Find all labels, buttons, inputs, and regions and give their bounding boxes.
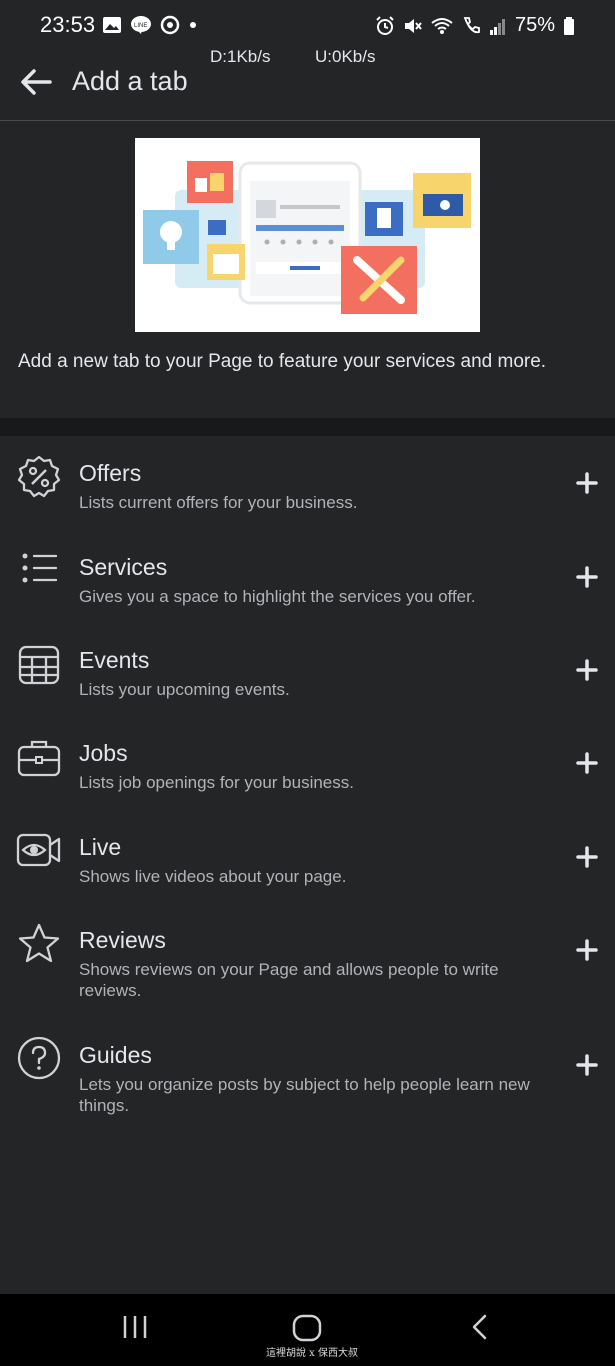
dot-icon xyxy=(190,22,196,28)
add-tab-reviews-icon[interactable] xyxy=(573,936,601,964)
home-icon[interactable] xyxy=(290,1312,324,1346)
add-tab-guides-icon[interactable] xyxy=(573,1051,601,1079)
status-time: 23:53 xyxy=(40,12,96,37)
reviews-icon xyxy=(18,923,60,963)
status-left-icons: LINE xyxy=(102,15,198,35)
nav-back-icon[interactable] xyxy=(467,1312,493,1342)
alarm-icon xyxy=(376,15,394,35)
app-header: Add a tab xyxy=(0,52,615,121)
tab-title: Live xyxy=(79,834,122,860)
services-icon xyxy=(22,553,58,583)
wifi-icon xyxy=(431,17,453,34)
tab-description: Lets you organize posts by subject to he… xyxy=(79,1075,530,1115)
add-tab-jobs-icon[interactable] xyxy=(573,749,601,777)
tab-title: Jobs xyxy=(79,740,128,766)
sync-icon xyxy=(160,15,180,35)
guides-icon xyxy=(17,1036,61,1080)
events-icon xyxy=(18,645,60,685)
tab-description: Shows reviews on your Page and allows pe… xyxy=(79,960,499,1000)
section-divider xyxy=(0,418,615,436)
tab-description: Shows live videos about your page. xyxy=(79,867,347,886)
back-arrow-icon[interactable] xyxy=(18,64,54,100)
svg-text:LINE: LINE xyxy=(134,23,147,29)
tab-description: Lists current offers for your business. xyxy=(79,493,358,512)
status-right-icons: 75% xyxy=(375,14,575,37)
call-icon xyxy=(463,16,480,33)
jobs-icon xyxy=(17,740,61,777)
offers-icon xyxy=(17,455,61,498)
watermark: 這裡胡說 x 保西大叔 xyxy=(266,1348,358,1359)
signal-icon xyxy=(489,18,505,35)
page-title: Add a tab xyxy=(72,66,188,96)
tab-description: Lists job openings for your business. xyxy=(79,773,354,792)
tab-title: Guides xyxy=(79,1042,152,1068)
tab-description: Lists your upcoming events. xyxy=(79,680,290,699)
tab-title: Offers xyxy=(79,460,142,486)
tab-title: Reviews xyxy=(79,927,166,953)
intro-text: Add a new tab to your Page to feature yo… xyxy=(18,351,547,372)
add-tab-events-icon[interactable] xyxy=(573,656,601,684)
line-icon: LINE xyxy=(131,16,151,34)
add-tab-services-icon[interactable] xyxy=(573,563,601,591)
banner-illustration-art xyxy=(143,161,471,314)
add-tab-live-icon[interactable] xyxy=(573,843,601,871)
tab-title: Services xyxy=(79,554,168,580)
system-nav-bar: 這裡胡說 x 保西大叔 xyxy=(0,1294,615,1366)
live-icon xyxy=(16,833,61,867)
add-tab-offers-icon[interactable] xyxy=(573,469,601,497)
gallery-icon xyxy=(103,17,121,33)
banner-illustration xyxy=(135,138,480,332)
mute-icon xyxy=(404,18,422,33)
battery-percent: 75% xyxy=(514,14,555,36)
battery-icon xyxy=(564,16,574,35)
tab-description: Gives you a space to highlight the servi… xyxy=(79,587,476,606)
tab-title: Events xyxy=(79,647,150,673)
status-bar: 23:53 LINE 75% xyxy=(0,0,615,52)
recent-apps-icon[interactable] xyxy=(120,1312,150,1342)
